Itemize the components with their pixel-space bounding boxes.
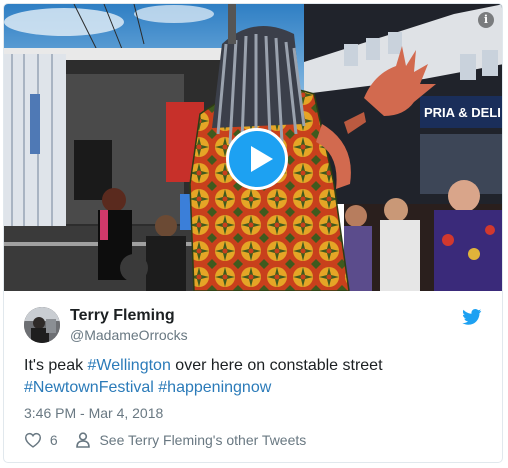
hashtag-wellington[interactable]: #Wellington [88, 357, 171, 374]
tweet-timestamp[interactable]: 3:46 PM - Mar 4, 2018 [24, 405, 163, 421]
storefront-sign: PRIA & DELI [424, 105, 501, 120]
avatar-image [24, 307, 60, 343]
tweet-text-lead: It's peak [24, 357, 88, 374]
hashtag-newtownfestival[interactable]: #NewtownFestival [24, 379, 154, 396]
hashtag-happeningnow[interactable]: #happeningnow [158, 379, 271, 396]
video-thumbnail[interactable]: PRIA & DELI i [4, 4, 502, 291]
tweet-card: PRIA & DELI i Terry Fleming @MadameOrroc… [3, 3, 503, 463]
author-name[interactable]: Terry Fleming [70, 307, 175, 325]
info-icon[interactable]: i [478, 12, 494, 28]
avatar[interactable] [24, 307, 60, 343]
twitter-bird-icon[interactable] [462, 309, 482, 325]
like-count[interactable]: 6 [50, 432, 58, 448]
see-other-tweets-link[interactable]: See Terry Fleming's other Tweets [99, 432, 306, 448]
play-icon [251, 146, 273, 172]
tweet-actions: 6 See Terry Fleming's other Tweets [24, 431, 306, 451]
tweet-text-mid: over here on constable street [170, 357, 383, 374]
person-icon [75, 432, 90, 449]
play-button[interactable] [226, 128, 288, 190]
author-handle[interactable]: @MadameOrrocks [70, 327, 188, 343]
heart-icon[interactable] [24, 432, 42, 449]
tweet-text: It's peak #Wellington over here on const… [24, 355, 484, 399]
